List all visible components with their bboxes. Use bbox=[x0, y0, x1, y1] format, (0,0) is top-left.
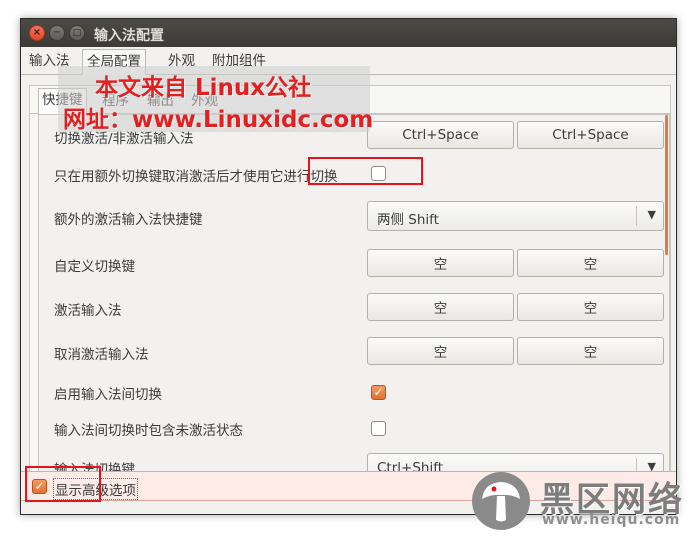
custom-switch-key2-button[interactable]: 空 bbox=[517, 249, 664, 277]
activate-im-key1-button[interactable]: 空 bbox=[367, 293, 514, 321]
toggle-im-key1-button[interactable]: Ctrl+Space bbox=[367, 121, 514, 149]
activate-im-key2-button[interactable]: 空 bbox=[517, 293, 664, 321]
watermark-url-text: 网址：www.Linuxidc.com bbox=[63, 107, 374, 133]
toggle-im-key2-button[interactable]: Ctrl+Space bbox=[517, 121, 664, 149]
list-scrollbar[interactable] bbox=[665, 115, 668, 255]
include-inactive-checkbox[interactable] bbox=[371, 421, 386, 436]
activate-im-label: 激活输入法 bbox=[54, 303, 122, 319]
include-inactive-label: 输入法间切换时包含未激活状态 bbox=[54, 423, 243, 439]
title-bar: × − □ 输入法配置 bbox=[21, 19, 676, 47]
minimize-button[interactable]: − bbox=[49, 25, 65, 41]
mushroom-logo-icon bbox=[472, 472, 530, 530]
window-title: 输入法配置 bbox=[94, 28, 164, 44]
global-config-panel: 快捷键 程序 输出 外观 切换激活/非激活输入法 Ctrl+Space Ctrl… bbox=[29, 85, 671, 473]
heiqu-logo: 黑区网络 www.heiqu.com bbox=[468, 466, 700, 538]
enable-switch-label: 启用输入法间切换 bbox=[54, 387, 162, 403]
maximize-button[interactable]: □ bbox=[69, 25, 85, 41]
deactivate-im-label: 取消激活输入法 bbox=[54, 347, 149, 363]
enable-switch-checkbox[interactable]: ✓ bbox=[371, 385, 386, 400]
extra-key-value: 两侧 Shift bbox=[377, 212, 439, 228]
deactivate-im-key2-button[interactable]: 空 bbox=[517, 337, 664, 365]
hotkey-settings-list: 切换激活/非激活输入法 Ctrl+Space Ctrl+Space 只在用额外切… bbox=[38, 114, 670, 473]
extra-key-label: 额外的激活输入法快捷键 bbox=[54, 212, 203, 228]
checkmark-icon: ✓ bbox=[34, 479, 45, 493]
combo-divider bbox=[636, 206, 637, 226]
only-extra-checkbox[interactable] bbox=[371, 166, 386, 181]
close-button[interactable]: × bbox=[29, 25, 45, 41]
only-extra-label: 只在用额外切换键取消激活后才使用它进行切换 bbox=[54, 169, 338, 185]
logo-url: www.heiqu.com bbox=[542, 512, 681, 528]
extra-key-combo[interactable]: 两侧 Shift ▼ bbox=[367, 201, 664, 231]
show-advanced-checkbox[interactable]: ✓ bbox=[32, 479, 47, 494]
custom-switch-label: 自定义切换键 bbox=[54, 259, 135, 275]
show-advanced-label[interactable]: 显示高级选项 bbox=[53, 478, 138, 500]
custom-switch-key1-button[interactable]: 空 bbox=[367, 249, 514, 277]
watermark-source-text: 本文来自 Linux公社 bbox=[95, 75, 312, 101]
maximize-icon: □ bbox=[72, 27, 82, 38]
checkmark-icon: ✓ bbox=[373, 385, 384, 399]
dropdown-arrow-icon: ▼ bbox=[647, 208, 656, 221]
close-icon: × bbox=[32, 27, 42, 38]
deactivate-im-key1-button[interactable]: 空 bbox=[367, 337, 514, 365]
minimize-icon: − bbox=[52, 27, 62, 38]
